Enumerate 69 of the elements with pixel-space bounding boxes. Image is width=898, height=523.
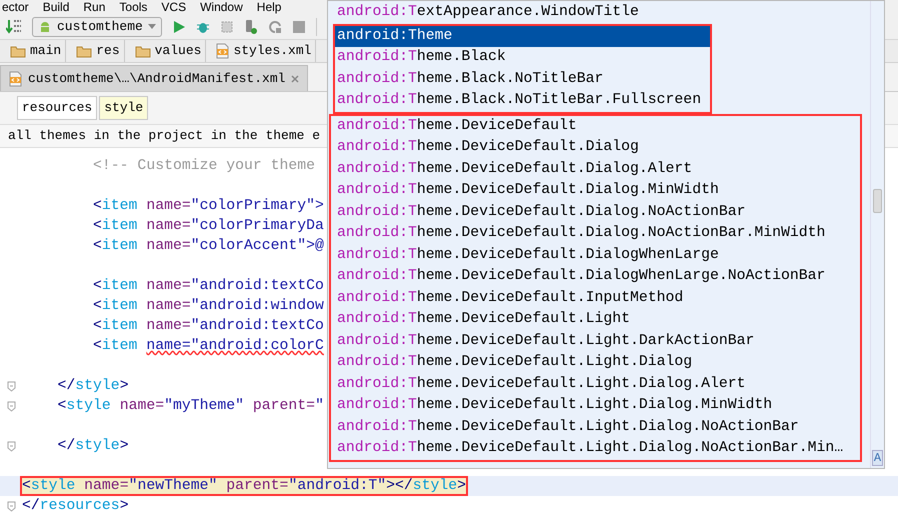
grid-icon[interactable] — [220, 20, 234, 34]
menu-item[interactable]: VCS — [161, 0, 186, 14]
code-line: </style> — [56, 378, 129, 394]
sort-numbers-icon[interactable] — [6, 18, 22, 34]
run-icon[interactable] — [172, 20, 186, 34]
completion-item[interactable]: android:Theme.DeviceDefault.Light.Dialog.Alert — [331, 374, 860, 395]
completion-item[interactable]: android:Theme.DeviceDefault.Light.Dialog.MinWidth — [331, 395, 860, 416]
completion-item[interactable]: android:Theme.Black.NoTitleBar — [335, 68, 710, 90]
completion-item[interactable]: android:Theme.DeviceDefault.Light.DarkActionBar — [331, 330, 860, 352]
code-line: </style> — [56, 438, 129, 454]
completion-item[interactable]: android:Theme.DeviceDefault.Dialog — [331, 137, 860, 158]
code-line: <item name="android:textCo — [92, 278, 324, 294]
fold-marker-icon[interactable] — [6, 380, 16, 392]
code-line: <item name="android:window — [92, 298, 324, 314]
completion-item[interactable]: android:Theme.DeviceDefault.DialogWhenLarge.NoActionBar — [331, 266, 860, 288]
completion-item[interactable]: android:Theme.Black.NoTitleBar.Fullscreen — [335, 90, 710, 112]
completion-item[interactable]: android:TextAppearance.WindowTitle — [328, 2, 870, 24]
completion-item[interactable]: android:Theme.DeviceDefault.Light — [331, 309, 860, 330]
editor-tab[interactable]: customtheme\…\AndroidManifest.xml — [0, 65, 308, 91]
breadcrumb-item[interactable]: res — [96, 41, 120, 61]
info-message: all themes in the project in the theme e — [8, 127, 320, 146]
run-config-dropdown[interactable]: customtheme — [32, 16, 162, 36]
stop-icon[interactable] — [292, 20, 306, 34]
xml-file-icon — [9, 70, 22, 86]
fold-marker-icon[interactable] — [6, 440, 16, 452]
xml-file-icon — [216, 43, 230, 59]
code-line: </resources> — [22, 498, 129, 514]
completion-item[interactable]: android:Theme.DeviceDefault.InputMethod — [331, 288, 860, 309]
folder-icon — [134, 44, 151, 58]
menu-item[interactable]: Run — [83, 0, 106, 14]
code-line: <style name="myTheme" parent=" — [56, 398, 324, 414]
rerun-icon[interactable] — [268, 20, 282, 34]
android-icon — [38, 20, 52, 34]
menu-item[interactable]: Tools — [119, 0, 148, 14]
breadcrumb-item[interactable]: styles.xml — [233, 41, 312, 61]
completion-item[interactable]: android:Theme — [335, 26, 710, 47]
completion-item[interactable]: android:Theme.DeviceDefault.DialogWhenLarge — [331, 244, 860, 266]
completion-item[interactable]: android:Theme.DeviceDefault.Light.Dialog — [331, 352, 860, 374]
completion-item[interactable]: android:Theme.DeviceDefault.Dialog.NoActionBar — [331, 202, 860, 223]
completion-item[interactable]: android:Theme.DeviceDefault.Dialog.MinWidth — [331, 180, 860, 202]
code-line: <item name="android:textCo — [92, 318, 324, 334]
menu-item[interactable]: Window — [200, 0, 243, 14]
sort-badge[interactable]: A — [872, 450, 884, 466]
code-line: <item name="colorAccent">@ — [92, 238, 324, 254]
completion-item[interactable]: android:Theme.DeviceDefault.Light.Dialog.NoActionBar — [331, 416, 860, 438]
tag-path-item[interactable]: resources — [17, 96, 98, 120]
code-line: <!-- Customize your theme — [92, 158, 316, 174]
tag-path-item[interactable]: style — [99, 96, 148, 120]
completion-item[interactable]: android:Theme.DeviceDefault.Dialog.NoActionBar.MinWidth — [331, 223, 860, 244]
completion-item[interactable]: android:Theme.Black — [335, 47, 710, 68]
caret-icon — [148, 24, 156, 29]
menu-item[interactable]: ector — [2, 0, 29, 14]
menu-item[interactable]: Build — [42, 0, 70, 14]
breadcrumb-item[interactable]: main — [30, 41, 62, 61]
fold-marker-icon[interactable] — [6, 500, 16, 512]
code-line: <item name="android:colorC — [92, 338, 324, 354]
device-icon[interactable] — [244, 18, 258, 34]
folder-icon — [76, 44, 92, 58]
completion-item[interactable]: android:Theme.DeviceDefault.Light.Dialog.NoActionBar.Min… — [331, 438, 860, 460]
breadcrumb-item[interactable]: values — [154, 41, 202, 61]
close-icon[interactable] — [291, 74, 300, 82]
code-line: <item name="colorPrimary"> — [92, 198, 324, 214]
completion-item[interactable]: android:Theme.DeviceDefault.Dialog.Alert — [331, 158, 860, 180]
menu-item[interactable]: Help — [256, 0, 282, 14]
fold-marker-icon[interactable] — [6, 400, 16, 412]
folder-icon — [10, 44, 26, 58]
code-line: <item name="colorPrimaryDa — [92, 218, 324, 234]
completion-item[interactable]: android:Theme.DeviceDefault — [331, 116, 860, 137]
scrollbar-thumb[interactable] — [873, 189, 882, 213]
